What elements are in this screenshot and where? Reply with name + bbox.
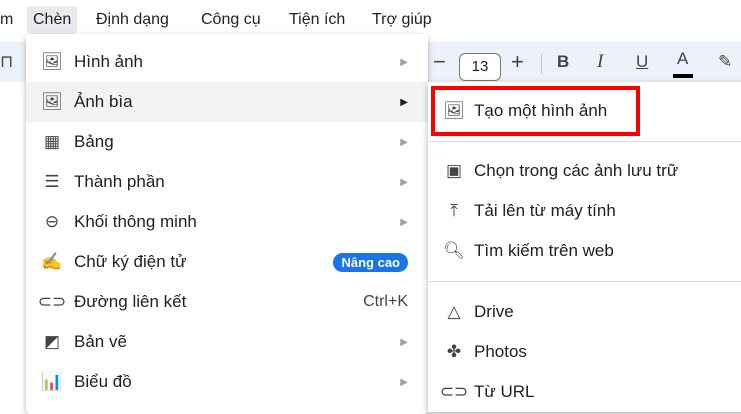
menu-extensions[interactable]: Tiện ích xyxy=(283,6,351,34)
submenu-item-by-url[interactable]: ⊂⊃ Từ URL xyxy=(428,372,741,412)
menu-insert[interactable]: Chèn xyxy=(27,6,78,34)
menu-item-label: Đường liên kết xyxy=(74,292,187,311)
submenu-item-label: Drive xyxy=(474,302,514,321)
menu-item-label: Bảng xyxy=(74,132,114,151)
decrease-font-size-button[interactable]: − xyxy=(433,42,446,82)
menu-format[interactable]: Định dạng xyxy=(90,6,175,34)
font-size-input[interactable]: 13 xyxy=(459,53,501,81)
text-color-button[interactable]: A xyxy=(677,39,688,79)
shortcut-label: Ctrl+K xyxy=(363,293,408,310)
signature-icon: ✍ xyxy=(41,252,63,271)
toolbar-divider xyxy=(541,54,542,74)
smart-chip-icon: ⊖ xyxy=(44,212,60,231)
submenu-item-upload[interactable]: ⤒ Tải lên từ máy tính xyxy=(428,191,741,231)
menu-item-building-blocks[interactable]: ☰ Thành phần ▶ xyxy=(26,162,428,202)
link-icon: ⊂⊃ xyxy=(37,292,67,311)
highlight-pen-icon[interactable]: ✎ xyxy=(718,42,732,82)
highlight-annotation-box xyxy=(431,86,640,136)
increase-font-size-button[interactable]: + xyxy=(511,42,524,82)
drive-icon: △ xyxy=(447,302,461,321)
menu-item-label: Bản vẽ xyxy=(74,332,127,351)
submenu-item-drive[interactable]: △ Drive xyxy=(428,292,741,332)
menu-edit[interactable]: m xyxy=(0,6,19,34)
menu-item-label: Biểu đồ xyxy=(74,372,132,391)
menu-item-esignature[interactable]: ✍ Chữ ký điện tử Nâng cao xyxy=(26,242,428,282)
menu-item-label: Hình ảnh xyxy=(74,52,143,71)
italic-button[interactable]: I xyxy=(597,42,603,82)
menu-item-cover-image[interactable]: 🖼 Ảnh bìa ▶ xyxy=(26,82,428,122)
menu-tools[interactable]: Công cụ xyxy=(195,6,267,34)
divider xyxy=(428,281,741,282)
submenu-arrow-icon: ▶ xyxy=(400,336,408,348)
menu-item-smart-chips[interactable]: ⊖ Khối thông minh ▶ xyxy=(26,202,428,242)
drawing-icon: ◩ xyxy=(43,332,61,351)
submenu-arrow-icon: ▶ xyxy=(400,376,408,388)
menu-item-chart[interactable]: 📊 Biểu đồ ▶ xyxy=(26,362,428,402)
submenu-item-label: Chọn trong các ảnh lưu trữ xyxy=(474,161,679,180)
submenu-arrow-icon: ▶ xyxy=(400,176,408,188)
bold-button[interactable]: B xyxy=(557,42,569,82)
chart-icon: 📊 xyxy=(41,372,63,391)
search-icon: 🔍︎ xyxy=(443,241,465,260)
underline-button[interactable]: U xyxy=(636,42,648,82)
menu-item-link[interactable]: ⊂⊃ Đường liên kết Ctrl+K xyxy=(26,282,428,322)
submenu-item-label: Tải lên từ máy tính xyxy=(474,201,616,220)
submenu-item-search-web[interactable]: 🔍︎ Tìm kiếm trên web xyxy=(428,231,741,271)
photos-icon: ✤ xyxy=(446,342,462,361)
link-icon: ⊂⊃ xyxy=(439,382,469,401)
premium-badge: Nâng cao xyxy=(333,252,408,272)
submenu-item-stock-images[interactable]: ▣ Chọn trong các ảnh lưu trữ xyxy=(428,151,741,191)
menu-item-label: Khối thông minh xyxy=(74,212,197,231)
menu-item-label: Thành phần xyxy=(74,172,165,191)
upload-icon: ⤒ xyxy=(450,201,458,220)
menu-item-drawing[interactable]: ◩ Bản vẽ ▶ xyxy=(26,322,428,362)
submenu-arrow-icon: ▶ xyxy=(400,216,408,228)
submenu-item-label: Tìm kiếm trên web xyxy=(474,241,614,260)
menu-item-label: Ảnh bìa xyxy=(74,92,133,111)
submenu-arrow-icon: ▶ xyxy=(400,56,408,68)
submenu-item-label: Từ URL xyxy=(474,382,535,401)
text-color-swatch xyxy=(673,74,693,78)
submenu-item-photos[interactable]: ✤ Photos xyxy=(428,332,741,372)
menu-item-table[interactable]: ▦ Bảng ▶ xyxy=(26,122,428,162)
submenu-item-label: Photos xyxy=(474,342,527,361)
image-icon: 🖼 xyxy=(41,52,63,71)
stock-images-icon: ▣ xyxy=(445,161,463,180)
table-icon: ▦ xyxy=(43,132,61,151)
insert-menu: 🖼 Hình ảnh ▶ 🖼 Ảnh bìa ▶ ▦ Bảng ▶ ☰ Thành phần ▶… xyxy=(26,34,428,414)
menu-help[interactable]: Trợ giúp xyxy=(366,6,438,34)
menu-item-label: Chữ ký điện tử xyxy=(74,252,187,271)
divider xyxy=(428,141,741,142)
image-icon: 🖼 xyxy=(41,92,63,111)
submenu-arrow-icon: ▶ xyxy=(400,136,408,148)
building-blocks-icon: ☰ xyxy=(44,172,60,191)
menu-item-image[interactable]: 🖼 Hình ảnh ▶ xyxy=(26,42,428,82)
submenu-arrow-icon: ▶ xyxy=(400,96,408,108)
paint-format-icon[interactable]: ⊓ xyxy=(0,42,13,82)
